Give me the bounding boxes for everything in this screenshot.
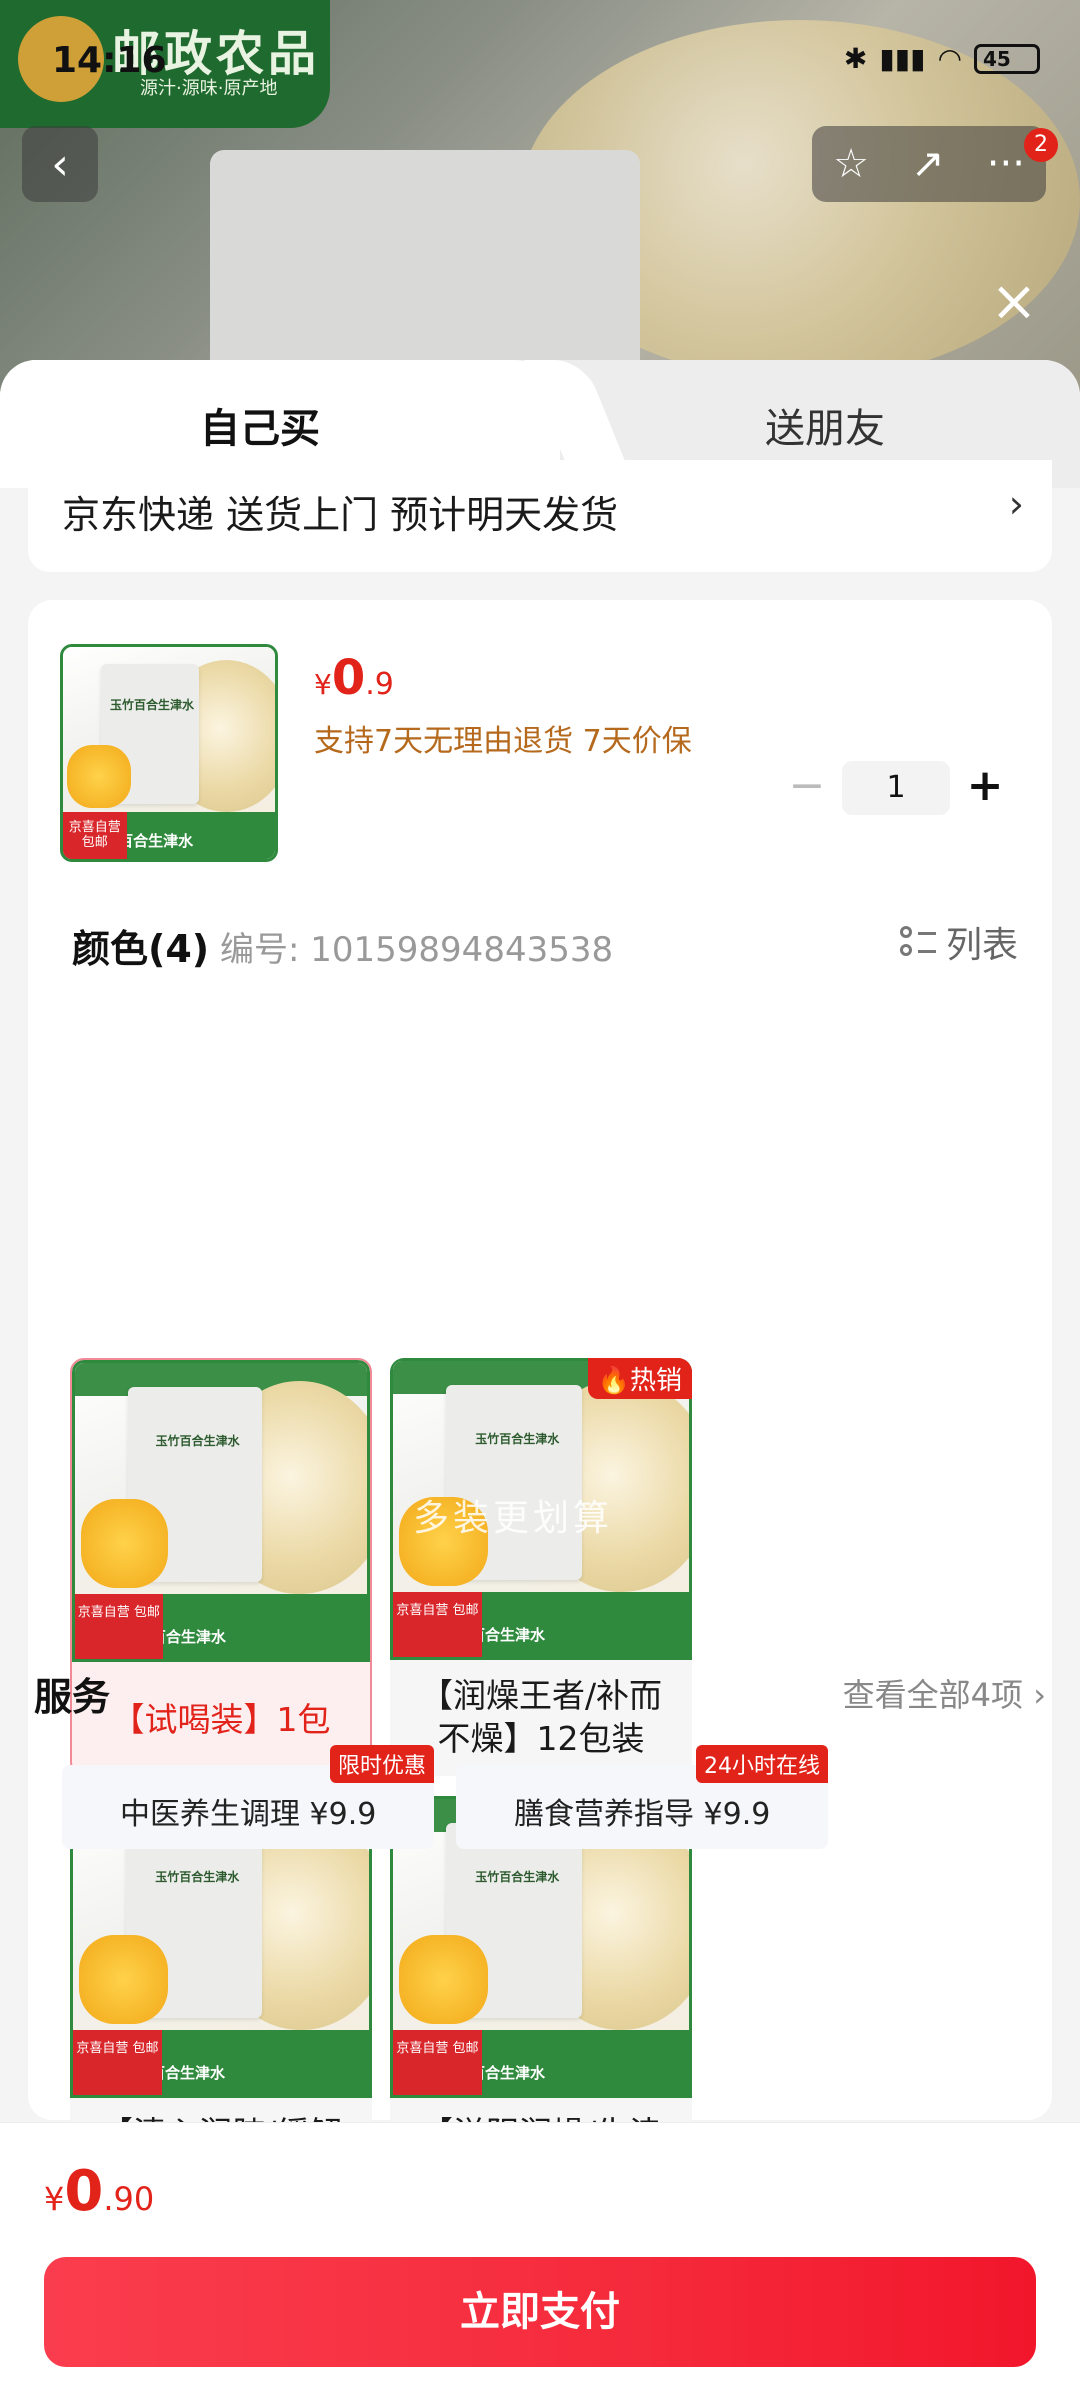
list-view-toggle[interactable]: 列表 (899, 916, 1018, 968)
quantity-value[interactable]: 1 (842, 761, 950, 815)
pay-now-button[interactable]: 立即支付 (44, 2257, 1036, 2367)
service-title: 服务 (34, 1675, 111, 1719)
quantity-stepper: − 1 + (772, 758, 1020, 818)
variant-label: 【试喝装】1包 (111, 1699, 331, 1739)
service-tag: 限时优惠 (329, 1745, 434, 1783)
back-button[interactable]: ‹ (22, 126, 98, 202)
increase-button[interactable]: + (950, 758, 1020, 818)
variant-watermark: 多装更划算 (413, 1498, 614, 1539)
service-name: 中医养生调理 ¥9.9 (120, 1797, 377, 1832)
chevron-right-icon: › (1008, 482, 1024, 526)
favorite-icon[interactable]: ☆ (833, 141, 869, 187)
thumb-tag: 京喜自营 包邮 (63, 812, 127, 859)
service-tag: 24小时在线 (696, 1745, 828, 1783)
variant-image-text: 玉竹百合生津水 (475, 1432, 560, 1447)
sku-card: 玉竹百合生津水 百合生津水 京喜自营 包邮 ¥0.9 支持7天无理由退货 7天价… (28, 600, 1052, 2214)
battery-level: 45 (983, 46, 1011, 71)
more-icon[interactable]: ··· (987, 141, 1025, 187)
share-icon[interactable]: ↗ (911, 141, 945, 187)
hot-sale-badge: 🔥热销 (587, 1358, 692, 1399)
variant-option[interactable]: 玉竹百合生津水 百合生津水 京喜自营 包邮 多装更划算 🔥热销 【润燥王者/补而… (390, 1358, 692, 1776)
bluetooth-icon: ✱ (843, 42, 868, 75)
variant-image-text: 玉竹百合生津水 (155, 1434, 240, 1449)
wifi-icon: ◠ (937, 42, 962, 75)
thumb-band-text: 百合生津水 (118, 831, 194, 850)
close-icon[interactable]: × (984, 272, 1044, 332)
status-time: 14:16 (52, 40, 167, 81)
battery-icon: 45 (974, 43, 1040, 74)
list-label: 列表 (945, 925, 1018, 966)
tab-self[interactable]: 自己买 (200, 396, 320, 454)
see-all-services-link[interactable]: 查看全部4项 › (843, 1670, 1046, 1716)
variant-tag: 京喜自营 包邮 (393, 2029, 482, 2095)
shipping-row[interactable]: 京东快递 送货上门 预计明天发货 › (28, 460, 1052, 572)
signal-icon: ▮▮▮ (879, 42, 926, 75)
service-name: 膳食营养指导 ¥9.9 (514, 1797, 771, 1832)
thumb-product-name: 玉竹百合生津水 (110, 697, 195, 712)
message-badge: 2 (1024, 128, 1058, 162)
back-icon: ‹ (51, 138, 69, 190)
variant-tag: 京喜自营 包邮 (75, 1593, 163, 1659)
checkout-bar: ¥0.90 立即支付 (0, 2122, 1080, 2400)
flame-icon: 🔥 (597, 1366, 630, 1396)
total-price: ¥0.90 (44, 2159, 155, 2224)
list-icon (899, 924, 936, 960)
tab-gift[interactable]: 送朋友 (765, 396, 885, 454)
status-bar: 14:16 ✱ ▮▮▮ ◠ 45 (0, 0, 1080, 110)
purchase-sheet: 自己买 送朋友 京东快递 送货上门 预计明天发货 › 玉竹百合生津水 百合生津水… (0, 360, 1080, 2400)
service-option[interactable]: 限时优惠 中医养生调理 ¥9.9 (62, 1745, 434, 1849)
variant-image-text: 玉竹百合生津水 (155, 1870, 240, 1885)
decrease-button[interactable]: − (772, 758, 842, 818)
unit-price: ¥0.9 (314, 650, 394, 706)
variant-image-text: 玉竹百合生津水 (475, 1870, 560, 1885)
color-section-title: 颜色(4) (72, 927, 210, 971)
return-policy: 支持7天无理由退货 7天价保 (314, 724, 692, 759)
variant-tag: 京喜自营 包邮 (393, 1591, 482, 1657)
service-option[interactable]: 24小时在线 膳食营养指导 ¥9.9 (456, 1745, 828, 1849)
variant-tag: 京喜自营 包邮 (73, 2029, 162, 2095)
sku-code: 编号: 10159894843538 (220, 930, 614, 970)
header-actions: ☆ ↗ ··· (812, 126, 1046, 202)
status-icons: ✱ ▮▮▮ ◠ 45 (844, 42, 1040, 75)
shipping-text: 京东快递 送货上门 预计明天发货 (62, 493, 619, 537)
hot-sale-label: 热销 (629, 1366, 682, 1396)
variant-option[interactable]: 玉竹百合生津水 百合生津水 京喜自营 包邮 【试喝装】1包 (70, 1358, 372, 1776)
product-thumbnail[interactable]: 玉竹百合生津水 百合生津水 京喜自营 包邮 (60, 644, 278, 862)
variant-label: 【润燥王者/补而不燥】12包装 (419, 1676, 663, 1758)
